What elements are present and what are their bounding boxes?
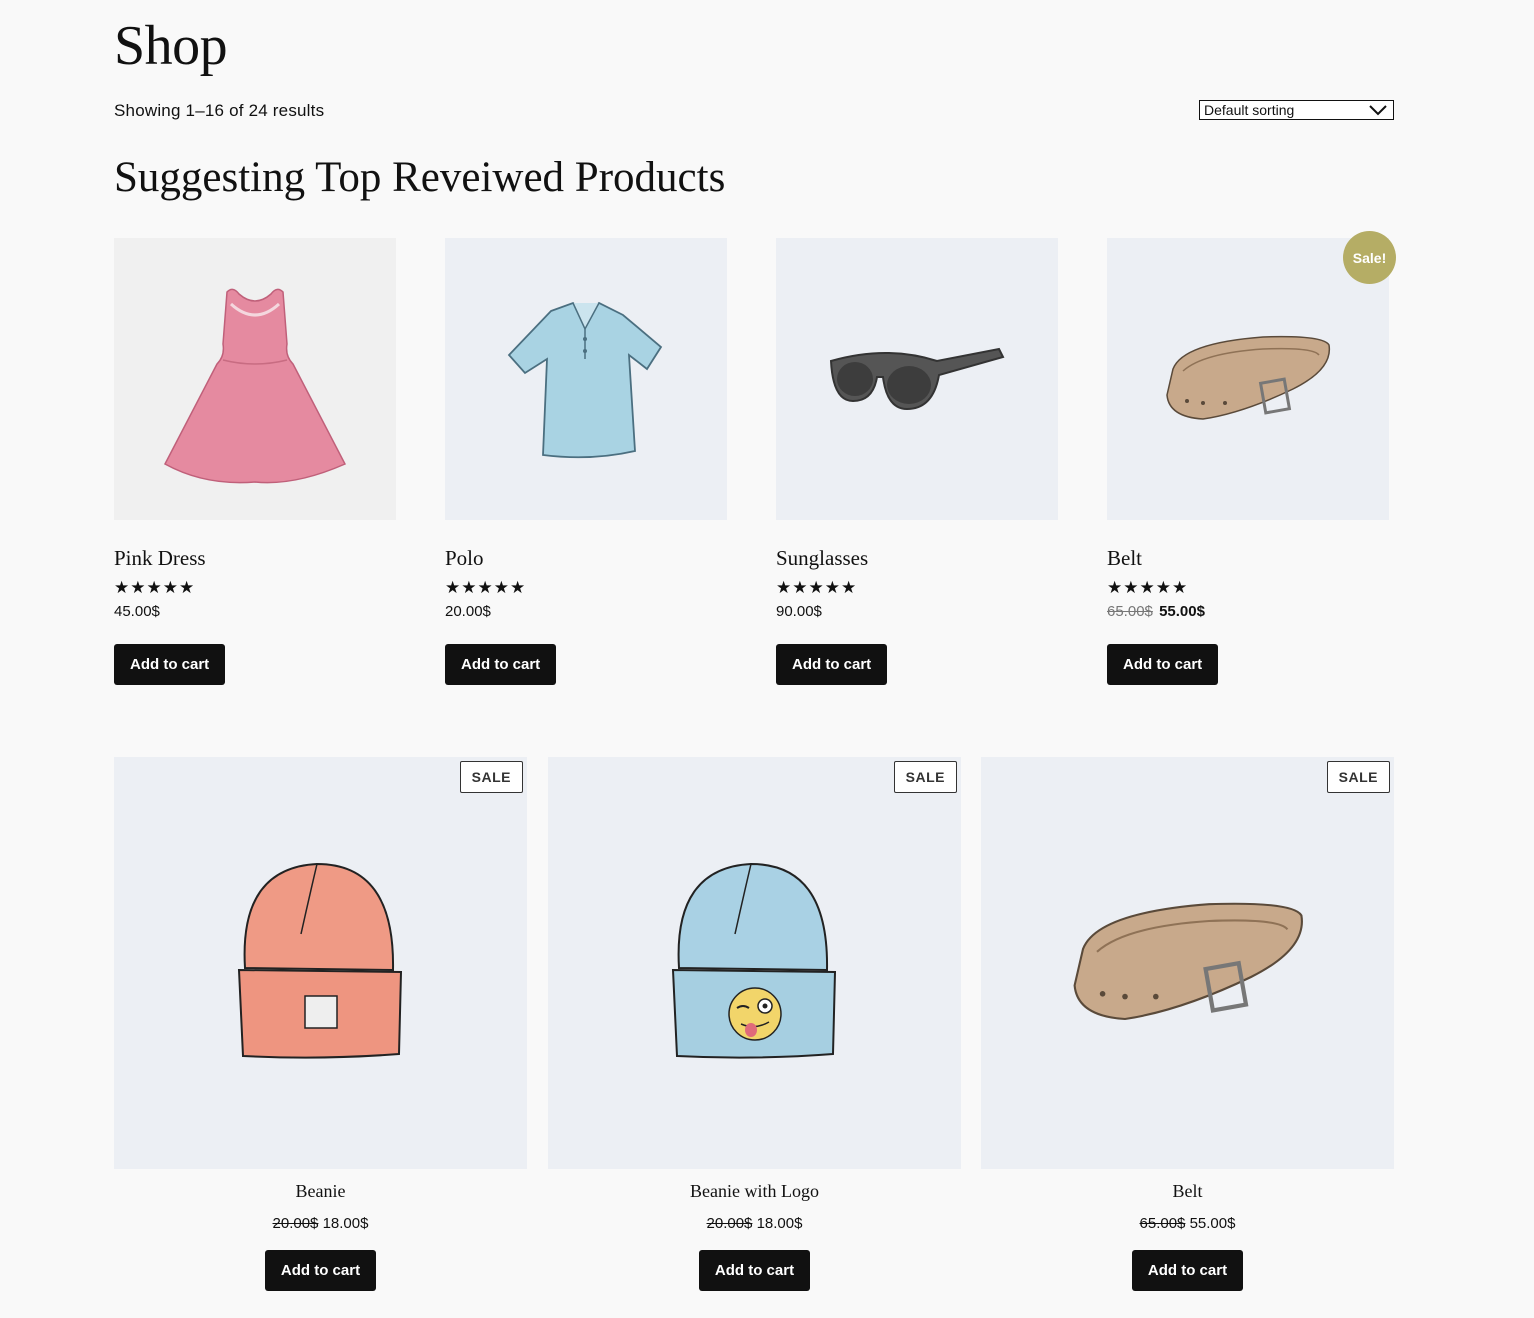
sale-tag: SALE [459, 761, 523, 793]
product-name[interactable]: Beanie with Logo [548, 1181, 961, 1202]
sort-select[interactable]: Default sorting [1199, 100, 1394, 120]
sale-price: 55.00$ [1189, 1215, 1236, 1232]
belt-icon [1073, 902, 1303, 1021]
add-to-cart-button[interactable]: Add to cart [445, 644, 557, 685]
product-image[interactable]: SALE [548, 757, 961, 1169]
star-rating: ★ ★ ★ ★ ★ [1107, 578, 1188, 597]
product-image[interactable]: SALE [981, 757, 1394, 1169]
sale-badge: Sale! [1343, 231, 1396, 284]
old-price: 65.00$ [1107, 603, 1153, 620]
product-name[interactable]: Pink Dress [114, 546, 396, 571]
product-card: SALE Beanie with Logo 20.00$ 18.00$ Add … [548, 757, 961, 1291]
add-to-cart-button[interactable]: Add to cart [776, 644, 888, 685]
product-price: 20.00$ [445, 603, 491, 620]
chevron-down-icon [1369, 105, 1387, 116]
dress-icon [163, 288, 347, 484]
add-to-cart-button[interactable]: Add to cart [698, 1250, 811, 1291]
product-image[interactable]: Sale! [1107, 231, 1396, 520]
star-rating: ★ ★ ★ ★ ★ [114, 578, 195, 597]
sale-price: 18.00$ [756, 1215, 803, 1232]
add-to-cart-button[interactable]: Add to cart [1131, 1250, 1244, 1291]
product-card: Pink Dress ★ ★ ★ ★ ★ 45.00$ Add to cart [114, 238, 396, 685]
product-price: 45.00$ [114, 603, 160, 620]
section-title: Suggesting Top Reveiwed Products [114, 154, 726, 201]
product-image[interactable] [776, 238, 1058, 520]
add-to-cart-button[interactable]: Add to cart [264, 1250, 377, 1291]
product-image[interactable] [445, 238, 727, 520]
product-image[interactable] [114, 238, 396, 520]
product-price: 65.00$ 55.00$ [1107, 603, 1389, 620]
product-price: 90.00$ [776, 603, 822, 620]
result-count: Showing 1–16 of 24 results [114, 101, 325, 120]
product-name[interactable]: Sunglasses [776, 546, 1058, 571]
add-to-cart-button[interactable]: Add to cart [1107, 644, 1219, 685]
sale-price: 55.00$ [1159, 603, 1205, 620]
beanie-icon [237, 862, 402, 1059]
add-to-cart-button[interactable]: Add to cart [114, 644, 226, 685]
star-rating: ★ ★ ★ ★ ★ [776, 578, 857, 597]
star-rating: ★ ★ ★ ★ ★ [445, 578, 526, 597]
product-card: Polo ★ ★ ★ ★ ★ 20.00$ Add to cart [445, 238, 727, 685]
product-price: 20.00$ 18.00$ [548, 1215, 961, 1232]
product-image[interactable]: SALE [114, 757, 527, 1169]
product-card: Sunglasses ★ ★ ★ ★ ★ 90.00$ Add to cart [776, 238, 1058, 685]
product-price: 20.00$ 18.00$ [114, 1215, 527, 1232]
beanie-logo-icon [671, 862, 836, 1059]
product-card: Sale! Belt ★ ★ ★ ★ ★ 65.00$ 55.00$ Add to ca… [1107, 231, 1396, 685]
product-price: 65.00$ 55.00$ [981, 1215, 1394, 1232]
old-price: 65.00$ [1139, 1215, 1186, 1232]
sale-tag: SALE [893, 761, 957, 793]
old-price: 20.00$ [272, 1215, 319, 1232]
old-price: 20.00$ [706, 1215, 753, 1232]
sort-select-value: Default sorting [1204, 102, 1295, 118]
product-name[interactable]: Beanie [114, 1181, 527, 1202]
belt-icon [1166, 335, 1331, 420]
polo-shirt-icon [507, 301, 663, 459]
product-name[interactable]: Belt [1107, 546, 1389, 571]
product-card: SALE Belt 65.00$ 55.00$ Add to cart [981, 757, 1394, 1291]
product-name[interactable]: Belt [981, 1181, 1394, 1202]
page-title: Shop [114, 15, 228, 77]
sale-tag: SALE [1326, 761, 1390, 793]
sunglasses-icon [829, 347, 1005, 411]
product-name[interactable]: Polo [445, 546, 727, 571]
product-card: SALE Beanie 20.00$ 18.00$ Add to cart [114, 757, 527, 1291]
sale-price: 18.00$ [322, 1215, 369, 1232]
